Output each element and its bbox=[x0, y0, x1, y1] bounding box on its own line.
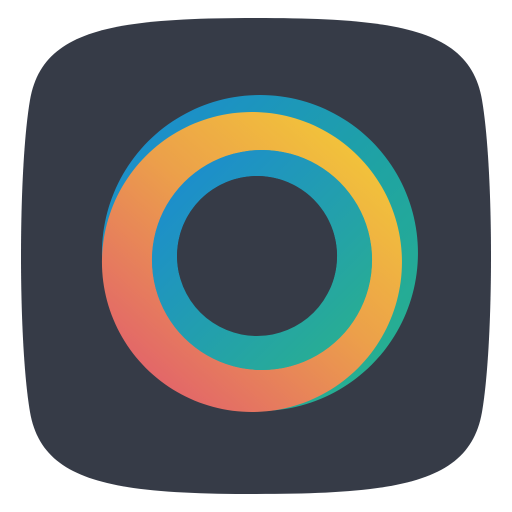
app-icon[interactable] bbox=[0, 0, 512, 512]
ring-center-hole bbox=[177, 176, 337, 336]
app-icon-canvas bbox=[0, 0, 512, 512]
